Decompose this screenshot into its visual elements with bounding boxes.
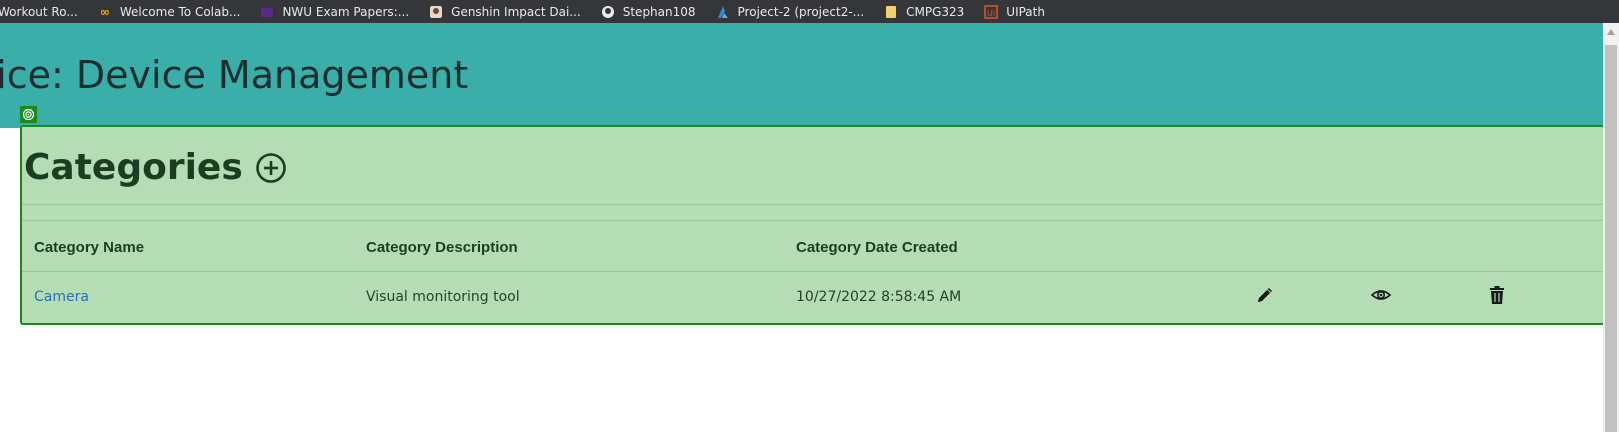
trash-icon[interactable] [1486,284,1508,306]
bookmark-azure[interactable]: Project-2 (project2-... [716,0,865,23]
bookmark-label: Welcome To Colab... [119,4,241,19]
column-header-edit [1242,223,1358,272]
divider [22,220,1603,221]
bookmark-cmpg323[interactable]: CMPG323 [884,0,964,23]
scrollbar-thumb[interactable] [1605,45,1617,432]
delete-cell [1474,272,1603,323]
scroll-up-arrow-icon[interactable] [1607,29,1615,35]
eye-icon[interactable] [1370,284,1392,306]
category-description-cell: Visual monitoring tool [366,289,520,305]
page-title: ffice: Device Management [0,53,469,97]
page-header: ffice: Device Management [0,23,1603,128]
genshin-icon [429,5,443,19]
inspect-target-icon[interactable] [20,106,37,123]
view-cell [1358,272,1474,323]
pencil-icon[interactable] [1254,284,1276,306]
bookmark-github[interactable]: Stephan108 [601,0,696,23]
plus-circle-icon[interactable] [255,152,287,184]
column-header-name: Category Name [22,223,354,272]
github-icon [601,5,615,19]
vertical-scrollbar[interactable] [1603,23,1619,432]
uipath-icon: Ui [984,4,999,19]
categories-panel: Categories Category Name Category Descri… [20,125,1605,325]
category-name-link[interactable]: Camera [34,289,89,305]
colab-icon: ∞ [99,4,110,19]
bookmark-label: UIPath [1006,4,1045,19]
category-name-cell: Camera [22,272,354,323]
table-row: Camera Visual monitoring tool 10/27/2022… [22,272,1603,323]
bookmark-label: Stephan108 [622,4,696,19]
svg-text:Ui: Ui [987,9,995,18]
categories-heading: Categories [24,147,243,188]
bookmark-label: NWU Exam Papers:... [282,4,410,19]
bookmark-colab[interactable]: ∞ Welcome To Colab... [98,0,241,23]
column-header-date: Category Date Created [784,223,1242,272]
categories-table: Category Name Category Description Categ… [22,223,1603,322]
bookmark-label: Genshin Impact Dai... [451,4,581,19]
column-header-description: Category Description [354,223,784,272]
column-header-view [1358,223,1474,272]
category-date-cell: 10/27/2022 8:58:45 AM [796,289,962,305]
bookmark-label: CMPG323 [906,4,965,19]
folder-icon [884,5,898,19]
bookmark-workout[interactable]: Workout Ro... [0,0,78,23]
bookmark-uipath[interactable]: Ui UIPath [984,0,1045,23]
divider [22,204,1603,205]
bookmark-nwu[interactable]: NWU Exam Papers:... [260,0,409,23]
azure-icon [716,5,730,19]
edit-cell [1242,272,1358,323]
column-header-delete [1474,223,1603,272]
nwu-icon [260,5,274,19]
table-header-row: Category Name Category Description Categ… [22,223,1603,272]
bookmark-genshin[interactable]: Genshin Impact Dai... [429,0,581,23]
bookmark-label: Project-2 (project2-... [737,4,865,19]
bookmarks-bar: Workout Ro... ∞ Welcome To Colab... NWU … [0,0,1619,23]
categories-heading-row: Categories [24,147,287,188]
bookmark-label: Workout Ro... [0,4,78,19]
